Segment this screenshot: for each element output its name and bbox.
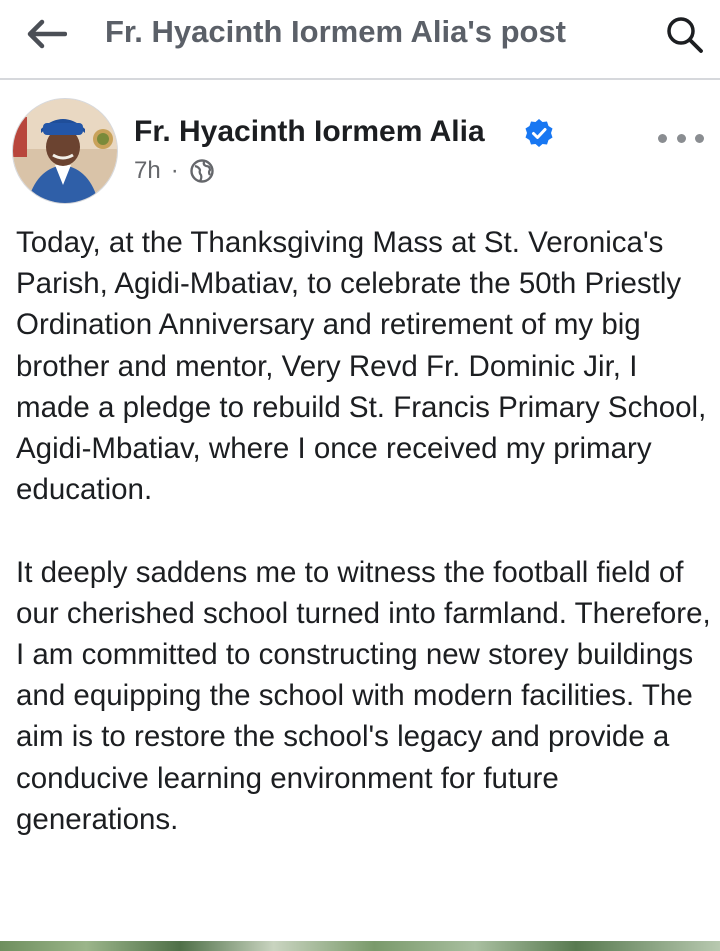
post-paragraph: It deeply saddens me to witness the foot…: [16, 555, 711, 836]
meta-separator: ·: [170, 157, 179, 184]
author-name[interactable]: Fr. Hyacinth Iormem Alia: [134, 114, 485, 150]
search-icon: [667, 17, 703, 53]
post-paragraph: Today, at the Thanksgiving Mass at St. V…: [16, 226, 707, 507]
verified-badge-icon: [525, 119, 553, 147]
search-button[interactable]: [658, 8, 710, 60]
more-horizontal-icon: [658, 133, 667, 143]
post-header: Fr. Hyacinth Iormem Alia 7h ·: [0, 82, 720, 204]
top-app-bar: Fr. Hyacinth Iormem Alia's post: [0, 0, 720, 80]
post-body: Today, at the Thanksgiving Mass at St. V…: [16, 222, 716, 840]
profile-photo: [13, 99, 117, 203]
avatar[interactable]: [12, 98, 118, 204]
more-options-button[interactable]: [658, 126, 704, 150]
back-button[interactable]: [18, 10, 74, 58]
post-timestamp[interactable]: 7h: [134, 156, 161, 186]
post-photo-preview[interactable]: [0, 941, 720, 951]
globe-icon[interactable]: [189, 158, 215, 184]
page-title: Fr. Hyacinth Iormem Alia's post: [105, 14, 567, 49]
arrow-left-icon: [27, 19, 67, 49]
post-meta: 7h ·: [134, 156, 215, 186]
